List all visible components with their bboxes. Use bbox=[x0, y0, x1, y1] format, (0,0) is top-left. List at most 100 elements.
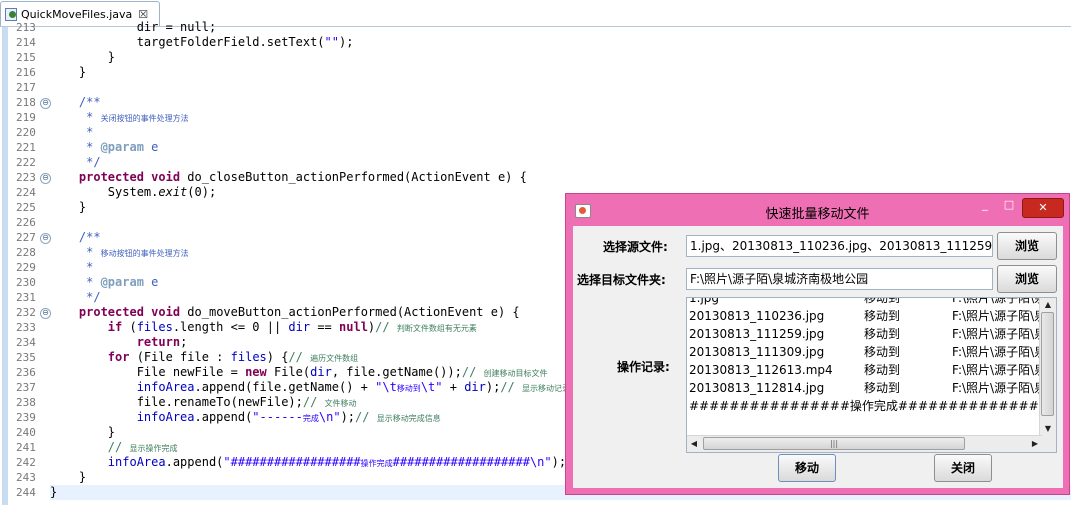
code-token: } bbox=[50, 485, 58, 499]
scroll-left-icon[interactable]: ◀ bbox=[687, 436, 701, 452]
line-number: 234 bbox=[16, 336, 36, 349]
code-token: files bbox=[230, 350, 267, 364]
code-token: dir bbox=[464, 380, 486, 394]
code-token: void bbox=[151, 305, 181, 319]
code-token: ); bbox=[339, 35, 354, 49]
window-close-icon[interactable]: ✕ bbox=[1022, 198, 1064, 218]
minimize-icon[interactable]: _ bbox=[974, 198, 996, 216]
log-destination: F:\照片\源子陌\泉 bbox=[952, 327, 1047, 341]
code-line: dir = null; bbox=[50, 20, 216, 35]
code-token: void bbox=[151, 170, 181, 184]
maximize-icon[interactable]: □ bbox=[998, 198, 1020, 216]
source-file-field[interactable]: 1.jpg、20130813_110236.jpg、20130813_11125… bbox=[686, 235, 993, 257]
horizontal-scroll-thumb[interactable]: ||| bbox=[703, 437, 965, 450]
log-row: 20130813_111259.jpg 移动到 F:\照片\源子陌\泉 bbox=[689, 325, 1049, 343]
code-token: protected bbox=[78, 170, 144, 184]
code-token: } bbox=[50, 50, 116, 64]
scroll-up-icon[interactable]: ▲ bbox=[1040, 298, 1056, 312]
code-token: 显示操作完成 bbox=[129, 444, 178, 453]
log-destination: F:\照片\源子陌\泉 bbox=[952, 381, 1047, 395]
code-token: } bbox=[50, 470, 87, 484]
code-token: */ bbox=[50, 290, 101, 304]
browse-source-button[interactable]: 浏览 bbox=[997, 232, 1057, 260]
code-token: System. bbox=[50, 185, 159, 199]
code-line: // 显示操作完成 bbox=[50, 440, 178, 455]
code-line: */ bbox=[50, 290, 101, 305]
code-token: @param bbox=[100, 140, 144, 154]
code-token: ; bbox=[180, 335, 188, 349]
code-token: "################## bbox=[223, 455, 361, 469]
code-line: } bbox=[50, 50, 115, 65]
code-token: 操作完成 bbox=[360, 459, 393, 468]
line-number: 244 bbox=[16, 486, 36, 499]
log-row: 20130813_112814.jpg 移动到 F:\照片\源子陌\泉 bbox=[689, 379, 1049, 397]
code-token: dir = null; bbox=[136, 20, 217, 34]
code-token: /** bbox=[50, 95, 101, 109]
code-token: null bbox=[339, 320, 368, 334]
dialog-content: 选择源文件: 1.jpg、20130813_110236.jpg、2013081… bbox=[573, 226, 1063, 488]
code-token: + bbox=[442, 380, 465, 394]
code-token: 移动按钮的事件处理方法 bbox=[100, 249, 189, 258]
code-token: infoArea bbox=[136, 410, 195, 424]
code-token: ); bbox=[340, 410, 356, 424]
close-tab-icon[interactable]: ☒ bbox=[138, 8, 148, 21]
browse-target-button[interactable]: 浏览 bbox=[997, 265, 1057, 293]
code-token: 文件移动 bbox=[324, 399, 357, 408]
dialog-titlebar[interactable]: 快速批量移动文件 _ □ ✕ bbox=[566, 194, 1069, 224]
code-token: do_closeButton_actionPerformed(ActionEve… bbox=[180, 170, 527, 184]
code-token: e bbox=[143, 140, 159, 154]
operation-log-area[interactable]: 1.jpg移动到F:\照片\源子陌\泉城济南极地公园20130813_11023… bbox=[686, 297, 1057, 453]
code-token: File( bbox=[266, 365, 311, 379]
code-token: 创建移动目标文件 bbox=[483, 369, 548, 378]
log-action: 移动到 bbox=[864, 327, 901, 341]
log-vertical-scrollbar[interactable]: ▲ ▼ bbox=[1039, 298, 1056, 436]
code-token: * bbox=[50, 260, 94, 274]
line-number: 237 bbox=[16, 381, 36, 394]
line-number-gutter: 213 214 215 216 217 218 ⊖ 219 220 221 222 223 ⊖ 224 22… bbox=[10, 21, 51, 505]
code-token: (0); bbox=[187, 185, 217, 199]
quick-move-dialog: 快速批量移动文件 _ □ ✕ 选择源文件: 1.jpg、20130813_110… bbox=[565, 193, 1070, 495]
vertical-scroll-thumb[interactable] bbox=[1041, 312, 1054, 416]
code-token: infoArea bbox=[107, 455, 166, 469]
log-file-name: 20130813_111259.jpg bbox=[689, 327, 825, 341]
code-line: * @param e bbox=[50, 140, 158, 155]
code-token: 关闭按钮的事件处理方法 bbox=[100, 114, 189, 123]
code-token: File newFile = bbox=[50, 365, 246, 379]
log-row: 20130813_112613.mp4 移动到 F:\照片\源子陌\泉 bbox=[689, 361, 1049, 379]
code-token: ); bbox=[551, 455, 567, 469]
move-button[interactable]: 移动 bbox=[778, 454, 836, 482]
code-line: * 关闭按钮的事件处理方法 bbox=[50, 110, 189, 125]
code-line: } bbox=[50, 200, 86, 215]
code-token: (File file : bbox=[129, 350, 231, 364]
code-token: 显示移动记录 bbox=[522, 384, 571, 393]
code-token: 遍历文件数组 bbox=[310, 354, 359, 363]
code-line: } bbox=[50, 425, 115, 440]
target-folder-label: 选择目标文件夹: bbox=[577, 273, 666, 287]
code-token: * bbox=[50, 245, 101, 259]
log-horizontal-scrollbar[interactable]: ◀ ||| ▶ bbox=[687, 435, 1042, 452]
code-line: protected void do_moveButton_actionPerfo… bbox=[50, 305, 520, 320]
scroll-down-icon[interactable]: ▼ bbox=[1040, 422, 1056, 436]
target-folder-field[interactable]: F:\照片\源子陌\泉城济南极地公园 bbox=[686, 268, 993, 290]
code-line: /** bbox=[50, 230, 101, 245]
code-token: do_moveButton_actionPerformed(ActionEven… bbox=[180, 305, 520, 319]
line-number: 229 bbox=[16, 261, 36, 274]
code-token: // bbox=[375, 320, 397, 334]
log-destination: F:\照片\源子陌\泉 bbox=[952, 363, 1047, 377]
line-number: 225 bbox=[16, 201, 36, 214]
code-token: .append(file.getName() + bbox=[194, 380, 376, 394]
code-line: * @param e bbox=[50, 275, 158, 290]
code-line: } bbox=[50, 470, 86, 485]
close-button[interactable]: 关闭 bbox=[934, 454, 992, 482]
line-number: 243 bbox=[16, 471, 36, 484]
log-row: 20130813_111309.jpg 移动到 F:\照片\源子陌\泉 bbox=[689, 343, 1049, 361]
code-token: // bbox=[107, 440, 130, 454]
code-token: if bbox=[107, 320, 123, 334]
log-file-name: 20130813_111309.jpg bbox=[689, 345, 825, 359]
code-token: } bbox=[50, 65, 87, 79]
